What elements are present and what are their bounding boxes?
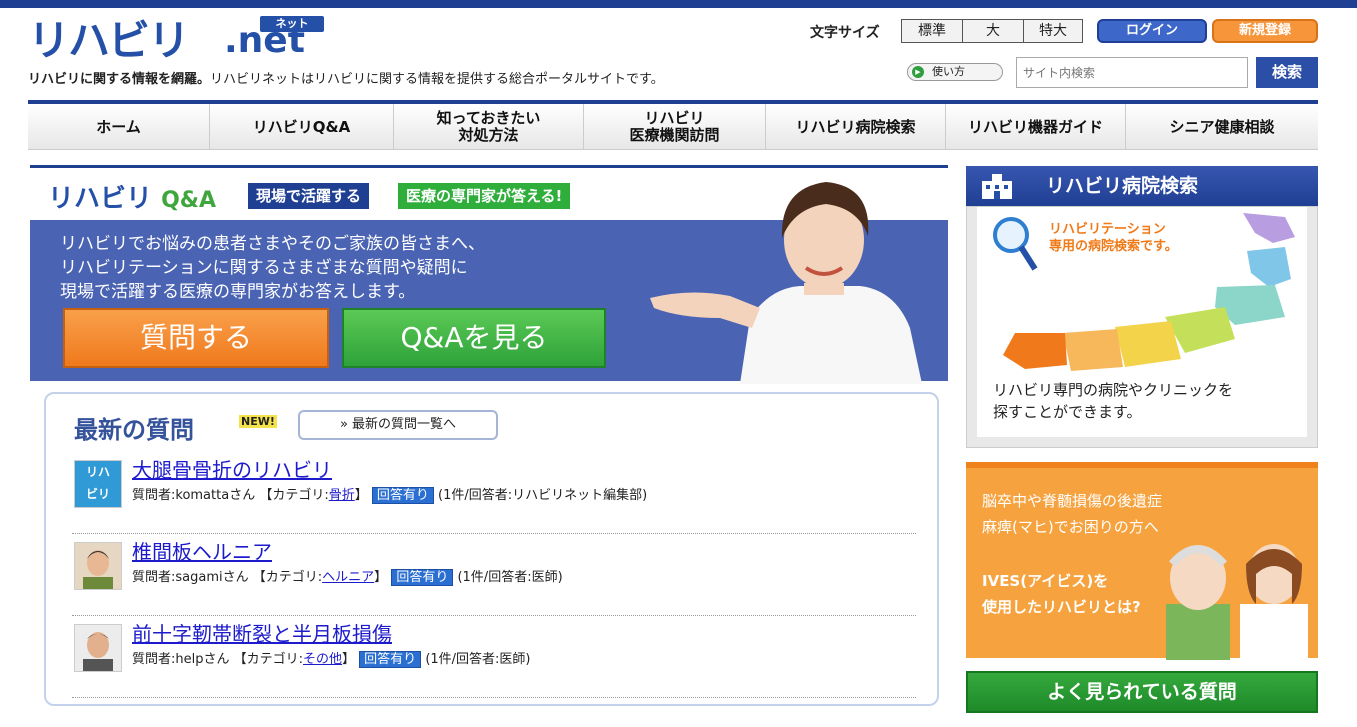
ives-line: IVES(アイビス)を [982,572,1109,590]
login-button[interactable]: ログイン [1097,19,1207,43]
asker-info: 質問者:helpさん 【カテゴリ: [132,652,303,667]
howto-label: 使い方 [932,65,965,78]
site-logo[interactable]: リハビリ .net ネット [28,16,324,66]
category-link[interactable]: 骨折 [329,488,355,503]
question-meta: 質問者:sagamiさん 【カテゴリ:ヘルニア】 回答有り (1件/回答者:医師… [132,566,563,586]
question-item: 椎間板ヘルニア 質問者:sagamiさん 【カテゴリ:ヘルニア】 回答有り (1… [72,534,916,616]
ives-banner[interactable]: 脳卒中や脊髄損傷の後遺症 麻痺(マヒ)でお困りの方へ IVES(アイビス)を 使… [966,462,1318,660]
category-suffix: 】 [374,570,388,585]
site-search-input[interactable] [1016,57,1248,88]
answer-info: (1件/回答者:リハビリネット編集部) [438,488,648,503]
logo-kana: ネット [260,16,324,32]
rehab-net-avatar-icon: リハ ビリ [74,460,122,508]
answer-info: (1件/回答者:医師) [457,570,563,585]
font-size-normal-button[interactable]: 標準 [901,19,963,43]
map-description: リハビリ専門の病院やクリニックを 探すことができます。 [993,379,1233,423]
font-size-label: 文字サイズ [810,25,880,41]
ives-line: 使用したリハビリとは? [982,598,1141,616]
tagline-bold: リハビリに関する情報を網羅。 [28,72,211,87]
nav-visit[interactable]: リハビリ 医療機関訪問 [584,104,766,150]
signup-button[interactable]: 新規登録 [1212,19,1318,43]
hero-text-line: リハビリでお悩みの患者さまやそのご家族の皆さまへ、 [60,234,485,254]
hero-text-line: リハビリテーションに関するさまざまな質問や疑問に [60,258,468,278]
font-size-xlarge-button[interactable]: 特大 [1023,19,1083,43]
play-icon: ▶ [912,66,924,78]
new-badge: NEW! [239,415,277,428]
hospital-search-title: リハビリ病院検索 [1046,175,1199,197]
ives-headline: IVES(アイビス)を 使用したリハビリとは? [982,568,1141,620]
question-title-link[interactable]: 椎間板ヘルニア [132,536,272,565]
question-item: リハ ビリ 大腿骨骨折のリハビリ 質問者:komattaさん 【カテゴリ:骨折】 … [72,452,916,534]
tagline: リハビリに関する情報を網羅。リハビリネットはリハビリに関する情報を提供する総合ポ… [28,68,664,87]
category-link[interactable]: その他 [303,652,342,667]
nav-home[interactable]: ホーム [28,104,210,150]
asker-info: 質問者:komattaさん 【カテゴリ: [132,488,329,503]
latest-questions-list-link[interactable]: » 最新の質問一覧へ [298,410,498,440]
answered-badge: 回答有り [359,651,422,668]
tagline-rest: リハビリネットはリハビリに関する情報を提供する総合ポータルサイトです。 [210,72,664,87]
hero-description: リハビリでお悩みの患者さまやそのご家族の皆さまへ、 リハビリテーションに関するさ… [60,232,620,304]
hero-pill-2: 医療の専門家が答える! [398,183,571,209]
howto-button[interactable]: ▶ 使い方 [907,63,1003,81]
map-text-line: リハビリ専門の病院やクリニックを [993,381,1234,399]
question-meta: 質問者:komattaさん 【カテゴリ:骨折】 回答有り (1件/回答者:リハビ… [132,484,648,504]
nurse-illustration [630,168,948,384]
hospital-search-inner: リハビリテーション 専用の病院検索です。 リハビリ専門の病院やクリニックを 探す… [977,207,1307,437]
qa-logo: リハビリ Q&A [48,178,216,215]
qa-logo-qa: Q&A [161,188,216,213]
user-avatar [74,542,122,590]
question-title-link[interactable]: 大腿骨骨折のリハビリ [132,454,332,483]
nav-coping[interactable]: 知っておきたい 対処方法 [394,104,584,150]
logo-text: リハビリ [28,16,190,65]
ives-line: 麻痺(マヒ)でお困りの方へ [982,518,1159,536]
font-size-large-button[interactable]: 大 [962,19,1024,43]
asker-info: 質問者:sagamiさん 【カテゴリ: [132,570,323,585]
hero-text-line: 現場で活躍する医療の専門家がお答えします。 [60,282,416,302]
nav-senior-consult[interactable]: シニア健康相談 [1126,104,1318,150]
question-meta: 質問者:helpさん 【カテゴリ:その他】 回答有り (1件/回答者:医師) [132,648,531,668]
main-nav: ホーム リハビリQ&A 知っておきたい 対処方法 リハビリ 医療機関訪問 リハビ… [28,104,1318,150]
qa-hero-banner: リハビリ Q&A 現場で活躍する 医療の専門家が答える! リハビリでお悩みの患者… [30,165,948,384]
view-qa-button[interactable]: Q&Aを見る [342,308,606,368]
latest-questions-title: 最新の質問 [74,416,194,444]
answered-badge: 回答有り [371,487,434,504]
hero-pill-1: 現場で活躍する [248,183,370,209]
nav-hospital-search[interactable]: リハビリ病院検索 [766,104,946,150]
building-icon [980,173,1014,199]
japan-map-icon [985,207,1307,381]
user-avatar [74,624,122,672]
top-bar [0,0,1357,8]
ask-question-button[interactable]: 質問する [63,308,329,368]
popular-questions-header[interactable]: よく見られている質問 [966,671,1318,713]
category-link[interactable]: ヘルニア [322,570,374,585]
latest-questions-panel: 最新の質問 NEW! » 最新の質問一覧へ リハ ビリ 大腿骨骨折のリハビリ 質問… [44,392,939,706]
question-title-link[interactable]: 前十字靭帯断裂と半月板損傷 [132,618,392,647]
answered-badge: 回答有り [391,569,454,586]
nav-qa[interactable]: リハビリQ&A [210,104,394,150]
font-size-switcher: 標準 大 特大 [901,19,1083,43]
ives-line: 脳卒中や脊髄損傷の後遺症 [982,492,1163,510]
search-button[interactable]: 検索 [1256,57,1318,88]
ives-intro: 脳卒中や脊髄損傷の後遺症 麻痺(マヒ)でお困りの方へ [982,488,1162,540]
category-suffix: 】 [354,488,368,503]
nav-equipment-guide[interactable]: リハビリ機器ガイド [946,104,1126,150]
hospital-search-box[interactable]: リハビリテーション 専用の病院検索です。 リハビリ専門の病院やクリニックを 探す… [966,206,1318,448]
question-item: 前十字靭帯断裂と半月板損傷 質問者:helpさん 【カテゴリ:その他】 回答有り… [72,616,916,698]
answer-info: (1件/回答者:医師) [425,652,531,667]
qa-logo-main: リハビリ [48,184,153,214]
map-text-line: 探すことができます。 [993,403,1142,421]
doctor-patient-illustration [1162,534,1312,664]
category-suffix: 】 [342,652,356,667]
hospital-search-header[interactable]: リハビリ病院検索 [966,166,1318,206]
